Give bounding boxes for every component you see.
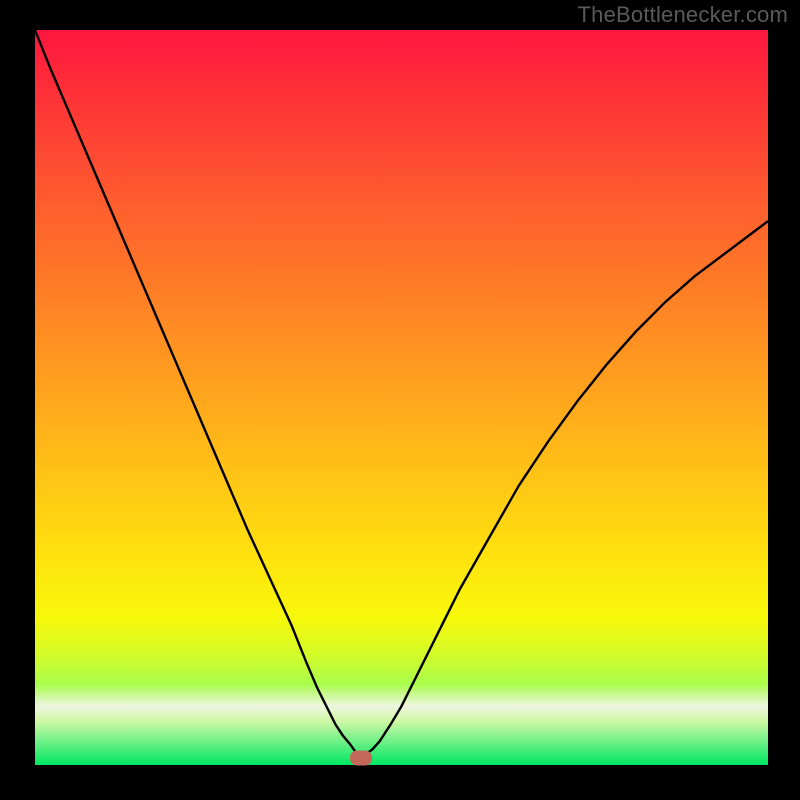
attribution-label: TheBottlenecker.com bbox=[578, 2, 788, 28]
bottleneck-curve bbox=[35, 30, 768, 765]
optimal-point-marker bbox=[350, 750, 372, 765]
chart-plot-area bbox=[35, 30, 768, 765]
